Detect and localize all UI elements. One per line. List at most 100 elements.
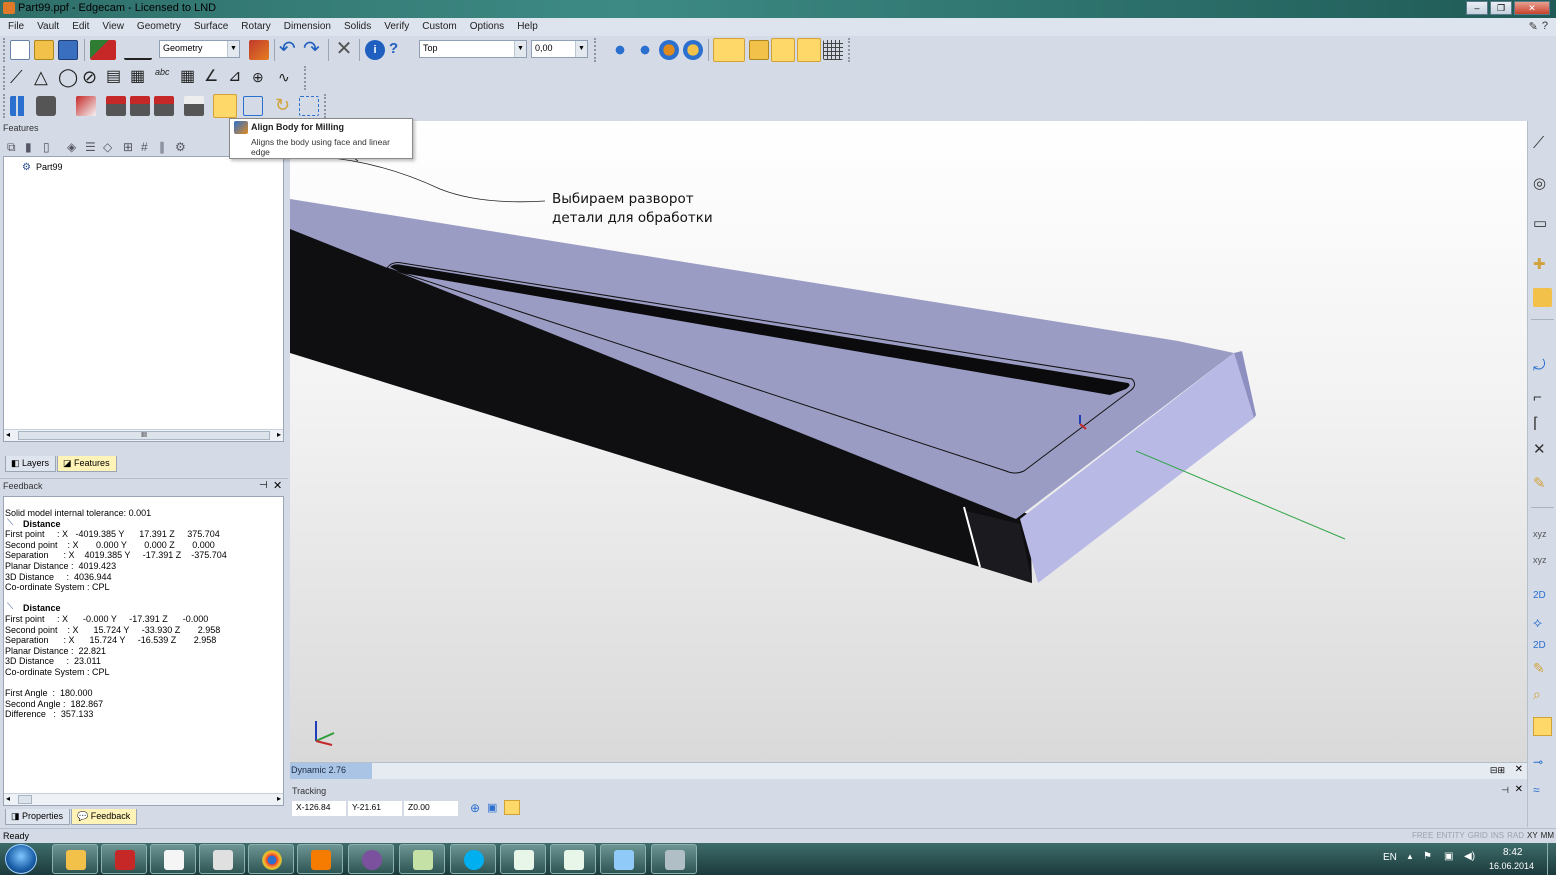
xyz-incremental-icon[interactable]: xyz: [1533, 551, 1552, 570]
triangle-tool-icon[interactable]: △: [34, 68, 54, 88]
undo-icon[interactable]: ↶: [279, 39, 299, 60]
measure-query-icon[interactable]: ?: [389, 40, 409, 60]
hole-feature-icon[interactable]: [106, 96, 126, 116]
solid-view-icon[interactable]: [749, 40, 769, 60]
mid-snap-icon[interactable]: ⊸: [1533, 753, 1552, 772]
menu-vault[interactable]: Vault: [37, 21, 59, 32]
task-ie-2[interactable]: [550, 844, 596, 874]
task-skype[interactable]: [450, 844, 496, 874]
graphics-viewport[interactable]: [290, 121, 1527, 762]
features-hscrollbar[interactable]: ◂ III ▸: [4, 429, 283, 441]
point-icon[interactable]: ✚: [1533, 256, 1552, 275]
task-pro[interactable]: [150, 844, 196, 874]
task-explorer[interactable]: [52, 844, 98, 874]
features-face-icon[interactable]: ◇: [103, 140, 112, 154]
entity-snap-icon[interactable]: [1533, 717, 1552, 736]
face-feature-icon[interactable]: [184, 96, 204, 116]
task-app-red[interactable]: [101, 844, 147, 874]
task-ie[interactable]: [500, 844, 546, 874]
menu-custom[interactable]: Custom: [422, 21, 456, 32]
arc-tool-icon[interactable]: ⊘: [82, 68, 102, 88]
2d-mode-icon[interactable]: 2D: [1533, 587, 1552, 606]
linear-dimension-icon[interactable]: ⊿: [228, 68, 248, 88]
features-parallel-icon[interactable]: ∥: [159, 140, 165, 154]
start-button[interactable]: [5, 844, 37, 874]
search-icon[interactable]: ⌕: [1533, 685, 1552, 704]
edges-icon[interactable]: [797, 38, 821, 62]
open-folder-icon[interactable]: [34, 40, 54, 60]
flag-icon[interactable]: ⚑: [1423, 851, 1432, 862]
scroll-left-icon[interactable]: ◂: [6, 794, 10, 803]
scroll-left-icon[interactable]: ◂: [6, 430, 10, 439]
cpl-icon[interactable]: [610, 40, 630, 60]
text-tool-icon[interactable]: abc: [155, 68, 175, 88]
scroll-right-icon[interactable]: ▸: [277, 430, 281, 439]
point-info-icon[interactable]: ⊕: [252, 68, 272, 88]
pattern-copy-icon[interactable]: ▦: [180, 68, 200, 88]
pin-icon[interactable]: ⊣: [1501, 785, 1509, 796]
task-paint[interactable]: [600, 844, 646, 874]
task-media[interactable]: [297, 844, 343, 874]
scroll-right-icon[interactable]: ▸: [277, 794, 281, 803]
spline-tool-icon[interactable]: ∿: [278, 68, 298, 88]
help-pointer-icon[interactable]: ?: [1542, 20, 1548, 33]
pen-icon[interactable]: [249, 40, 269, 60]
features-layers-icon[interactable]: ☰: [85, 140, 96, 154]
menu-view[interactable]: View: [102, 21, 124, 32]
clock-date[interactable]: 16.06.2014: [1489, 861, 1534, 871]
rectangle-icon[interactable]: ▭: [1533, 215, 1552, 234]
volume-icon[interactable]: ◀): [1464, 851, 1475, 862]
menu-surface[interactable]: Surface: [194, 21, 228, 32]
transform-body-icon[interactable]: [243, 96, 263, 116]
angle-dimension-icon[interactable]: ∠: [204, 68, 224, 88]
break-icon[interactable]: ✕: [1533, 441, 1552, 460]
snap-icon[interactable]: [504, 800, 520, 815]
menu-edit[interactable]: Edit: [72, 21, 89, 32]
polar-icon[interactable]: ⟡: [1533, 613, 1552, 632]
pin-icon[interactable]: ⊣: [259, 480, 268, 491]
boss-feature-icon[interactable]: [154, 96, 174, 116]
menu-geometry[interactable]: Geometry: [137, 21, 181, 32]
restore-button[interactable]: ❐: [1490, 1, 1512, 15]
viewport-close-icon[interactable]: ✕: [1515, 764, 1523, 775]
task-viber[interactable]: [348, 844, 394, 874]
menu-options[interactable]: Options: [470, 21, 504, 32]
snap-pen-icon[interactable]: ✎: [1533, 659, 1552, 678]
menu-file[interactable]: File: [8, 21, 24, 32]
redo-icon[interactable]: ↷: [303, 39, 323, 60]
chamfer-icon[interactable]: ⌈: [1533, 415, 1552, 434]
feature-finder-icon[interactable]: [10, 96, 30, 116]
info-icon[interactable]: i: [365, 40, 385, 60]
trim-icon[interactable]: ⤾: [1533, 357, 1552, 376]
features-select-icon[interactable]: ⧉: [7, 140, 16, 155]
delete-icon[interactable]: ✕: [334, 39, 354, 60]
pan-view-icon[interactable]: [683, 40, 703, 60]
xyz-input-icon[interactable]: xyz: [1533, 525, 1552, 544]
view-combo[interactable]: Top ▼: [419, 40, 527, 58]
network-icon[interactable]: ▣: [1444, 851, 1453, 862]
flag-free[interactable]: FREE: [1412, 831, 1433, 840]
stock-icon[interactable]: [1533, 288, 1552, 307]
menu-help[interactable]: Help: [517, 21, 538, 32]
features-cylinder-icon[interactable]: ▯: [43, 140, 50, 154]
language-indicator[interactable]: EN: [1383, 852, 1397, 863]
edit-icon[interactable]: ✎: [1533, 475, 1552, 494]
menu-dimension[interactable]: Dimension: [284, 21, 331, 32]
features-hash-icon[interactable]: #: [141, 140, 148, 154]
solid-import-icon[interactable]: [36, 96, 56, 116]
pocket-feature-icon[interactable]: [130, 96, 150, 116]
tab-layers[interactable]: ◧ Layers: [5, 456, 57, 472]
features-profile-icon[interactable]: ⊞: [123, 140, 133, 154]
scroll-thumb[interactable]: [18, 795, 32, 804]
globe-icon[interactable]: ⊕: [470, 801, 480, 815]
tree-item-part[interactable]: Part99: [36, 162, 63, 172]
rotate-body-icon[interactable]: ↻: [275, 96, 295, 116]
flag-grid[interactable]: GRID: [1468, 831, 1488, 840]
flag-mm[interactable]: MM: [1541, 831, 1554, 840]
feedback-hscrollbar[interactable]: ◂ ▸: [4, 793, 283, 805]
task-notes[interactable]: [399, 844, 445, 874]
menu-solids[interactable]: Solids: [344, 21, 371, 32]
fillet-icon[interactable]: ⌐: [1533, 389, 1552, 408]
align-body-for-milling-button[interactable]: [213, 94, 237, 118]
grid-icon[interactable]: [823, 40, 843, 60]
